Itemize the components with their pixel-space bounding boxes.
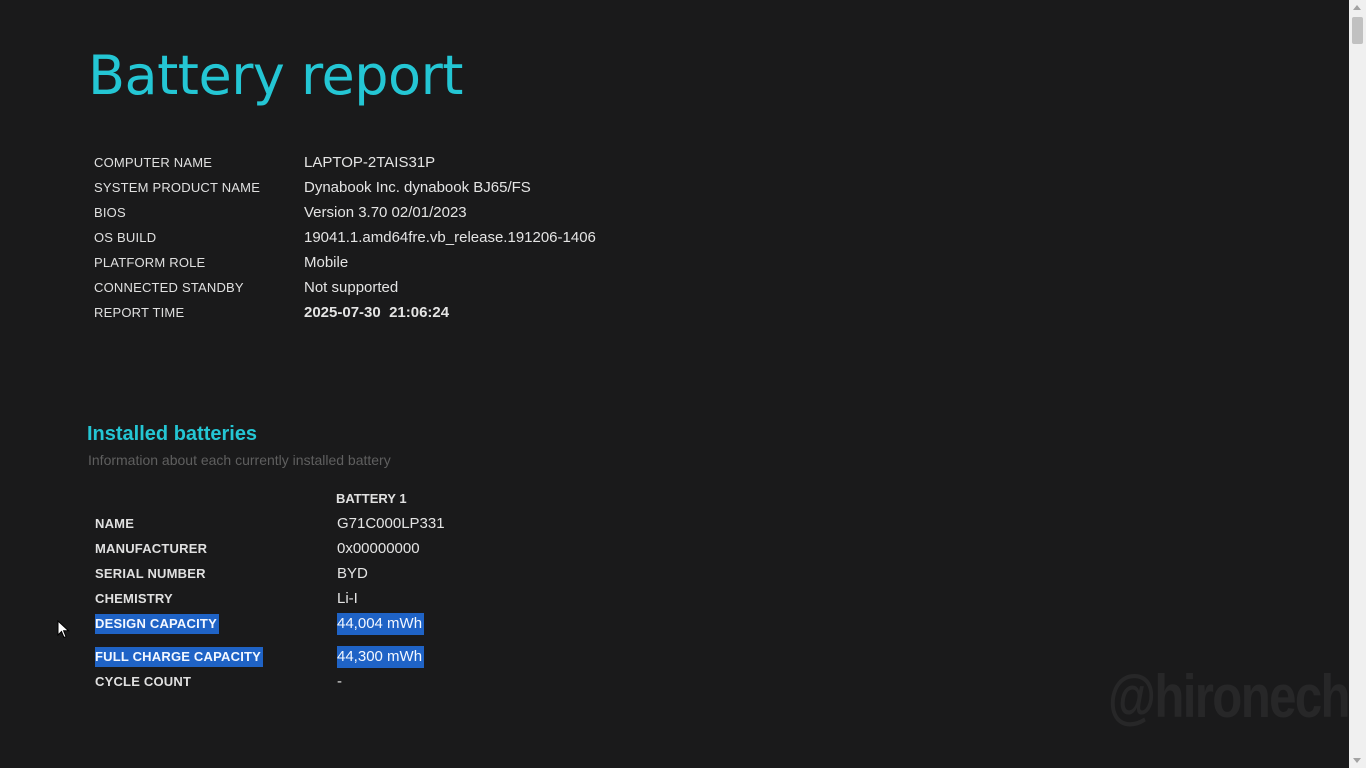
report-time-label: REPORT TIME: [94, 305, 185, 320]
computer-name-value: LAPTOP-2TAIS31P: [304, 154, 436, 171]
scroll-up-arrow-icon[interactable]: [1353, 5, 1361, 10]
bios-value: Version 3.70 02/01/2023: [304, 204, 467, 221]
manufacturer-value: 0x00000000: [337, 540, 420, 557]
battery-1-column-header: BATTERY 1: [336, 491, 407, 506]
scroll-down-arrow-icon[interactable]: [1353, 758, 1361, 763]
chemistry-label: CHEMISTRY: [95, 591, 173, 606]
system-product-name-label: SYSTEM PRODUCT NAME: [94, 180, 261, 195]
battery-name-label: NAME: [95, 516, 135, 531]
scrollbar-thumb[interactable]: [1352, 17, 1363, 44]
installed-batteries-subtitle: Information about each currently install…: [88, 452, 391, 468]
battery-name-value: G71C000LP331: [337, 515, 445, 532]
bios-label: BIOS: [94, 205, 126, 220]
connected-standby-value: Not supported: [304, 279, 399, 296]
battery-report-page: Battery report COMPUTER NAME LAPTOP-2TAI…: [0, 0, 1366, 768]
report-time-value: 2025-07-30 21:06:24: [304, 304, 450, 321]
chemistry-value: Li-I: [337, 590, 358, 607]
installed-batteries-heading: Installed batteries: [87, 423, 258, 445]
watermark: @hironechan: [1108, 663, 1366, 730]
manufacturer-label: MANUFACTURER: [95, 541, 208, 556]
system-product-name-value: Dynabook Inc. dynabook BJ65/FS: [304, 179, 531, 196]
os-build-value: 19041.1.amd64fre.vb_release.191206-1406: [304, 229, 596, 246]
serial-number-label: SERIAL NUMBER: [95, 566, 206, 581]
design-capacity-label: DESIGN CAPACITY: [95, 614, 219, 634]
full-charge-capacity-label: FULL CHARGE CAPACITY: [95, 647, 264, 667]
platform-role-value: Mobile: [304, 254, 349, 271]
cycle-count-value: -: [337, 673, 342, 690]
platform-role-label: PLATFORM ROLE: [94, 255, 206, 270]
computer-name-label: COMPUTER NAME: [94, 155, 213, 170]
serial-number-value: BYD: [337, 565, 368, 582]
cycle-count-label: CYCLE COUNT: [95, 674, 192, 689]
full-charge-capacity-value: 44,300 mWh: [337, 646, 425, 668]
vertical-scrollbar[interactable]: [1349, 0, 1366, 768]
design-capacity-value: 44,004 mWh: [337, 613, 425, 635]
page-title: Battery report: [88, 44, 463, 107]
connected-standby-label: CONNECTED STANDBY: [94, 280, 244, 295]
os-build-label: OS BUILD: [94, 230, 157, 245]
mouse-pointer-icon: [57, 620, 70, 639]
